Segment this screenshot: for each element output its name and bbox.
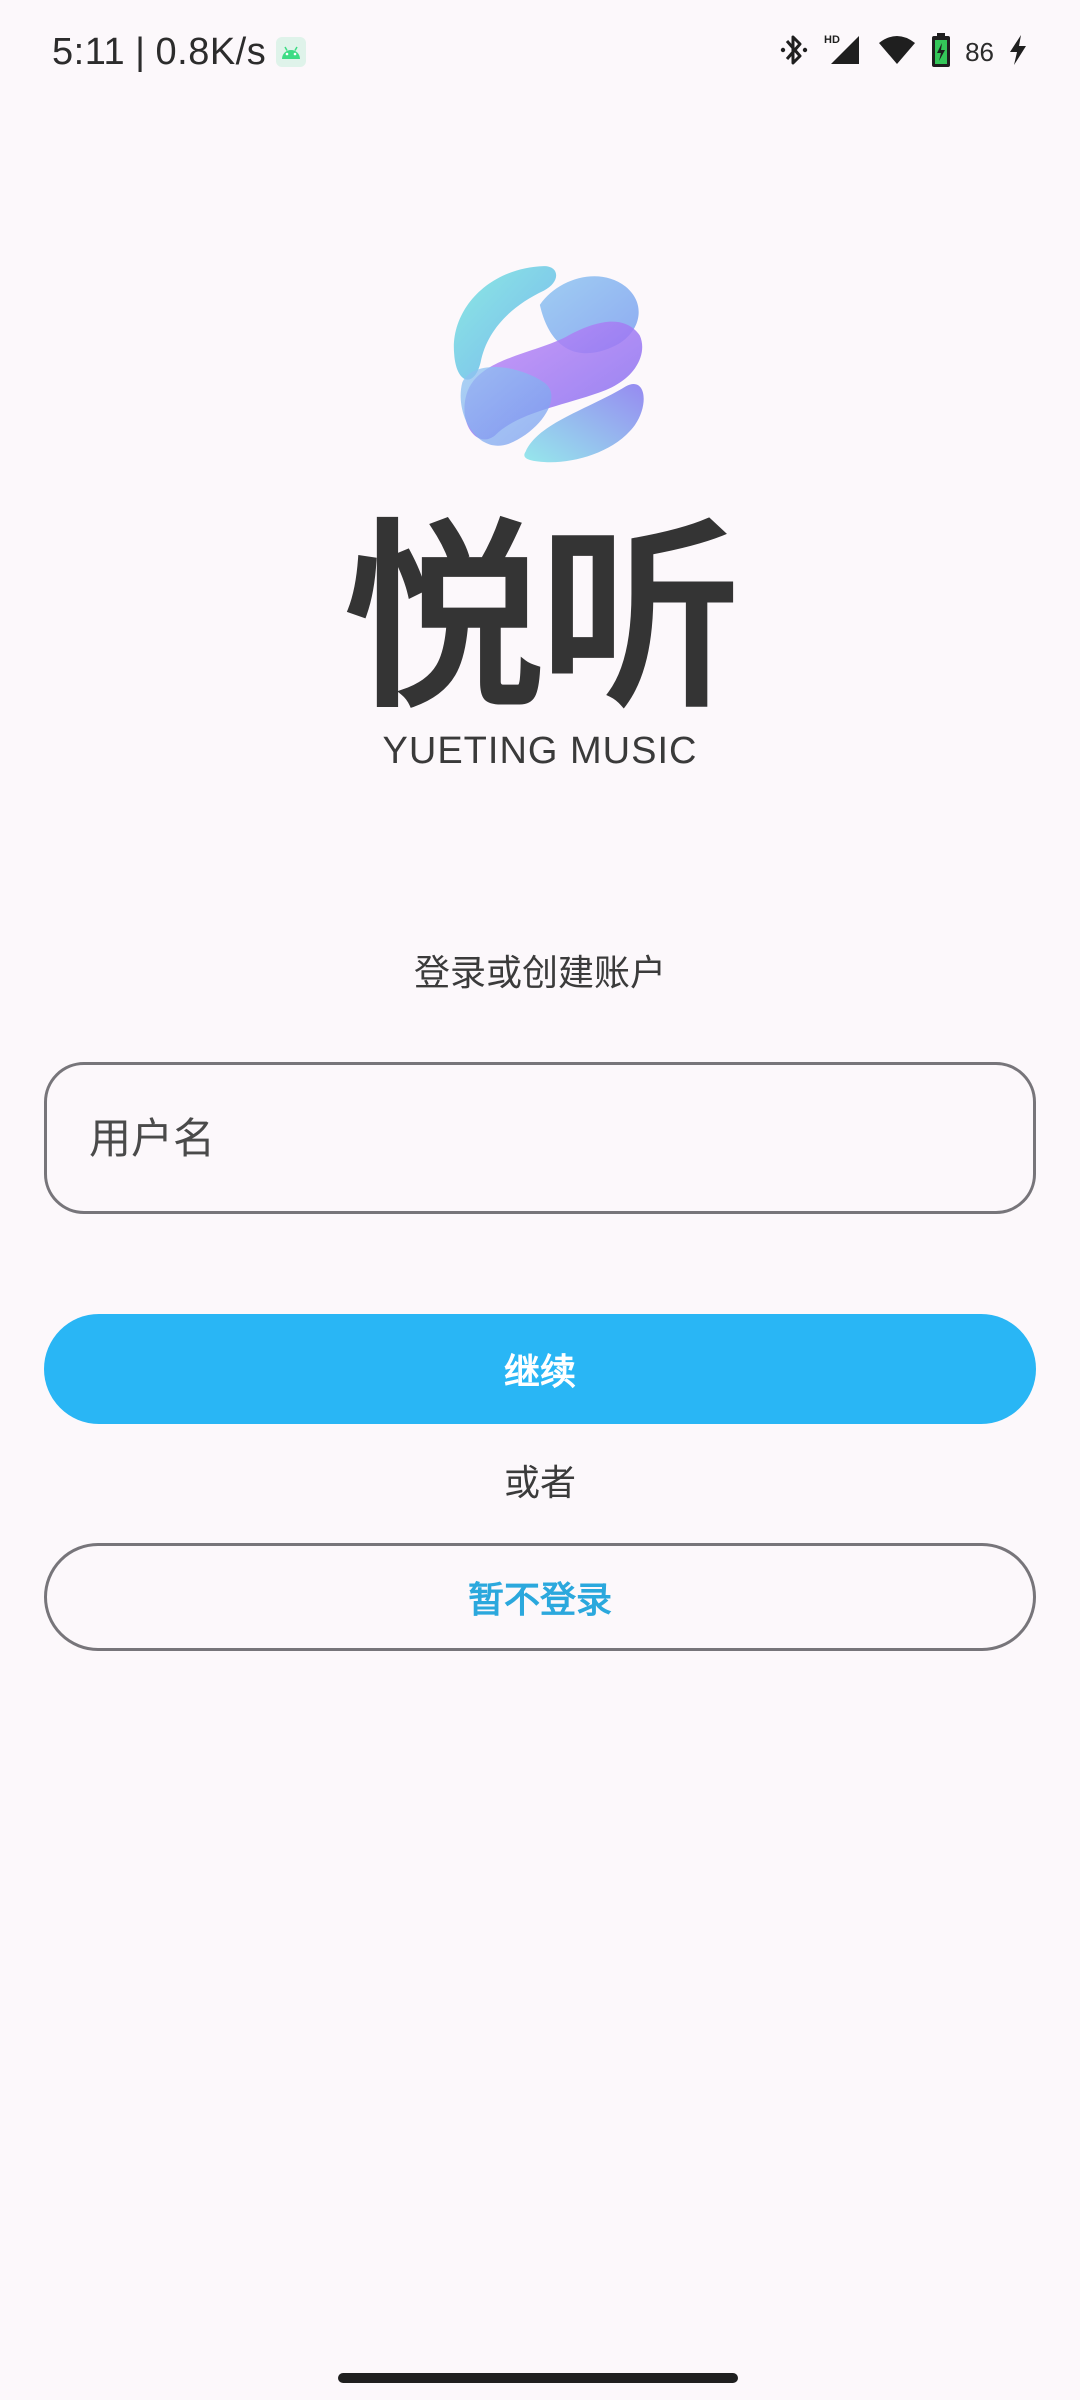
continue-button[interactable]: 继续	[44, 1314, 1036, 1424]
status-left: 5:11 | 0.8K/s	[52, 24, 307, 80]
brand-name: 悦听	[343, 503, 740, 736]
login-heading: 登录或创建账户	[413, 953, 666, 994]
status-right: HD 86	[779, 24, 1028, 80]
username-field[interactable]	[44, 1062, 1036, 1214]
charging-icon	[1008, 34, 1028, 70]
status-bar: 5:11 | 0.8K/s HD 86	[0, 0, 1080, 104]
wifi-icon	[877, 32, 917, 72]
status-separator: |	[135, 30, 146, 73]
hd-signal-icon: HD	[823, 32, 863, 72]
bluetooth-icon	[779, 32, 809, 72]
battery-level: 86	[965, 36, 994, 67]
network-speed: 0.8K/s	[155, 30, 267, 73]
status-time: 5:11	[52, 30, 126, 73]
svg-text:HD: HD	[824, 34, 840, 46]
android-icon	[276, 37, 307, 67]
battery-icon	[931, 32, 951, 72]
brand-subtitle: YUETING MUSIC	[382, 730, 698, 772]
or-label: 或者	[503, 1463, 576, 1504]
yueting-logo-icon	[453, 266, 644, 463]
skip-login-button[interactable]: 暂不登录	[44, 1543, 1036, 1651]
gesture-bar[interactable]	[338, 2373, 738, 2383]
